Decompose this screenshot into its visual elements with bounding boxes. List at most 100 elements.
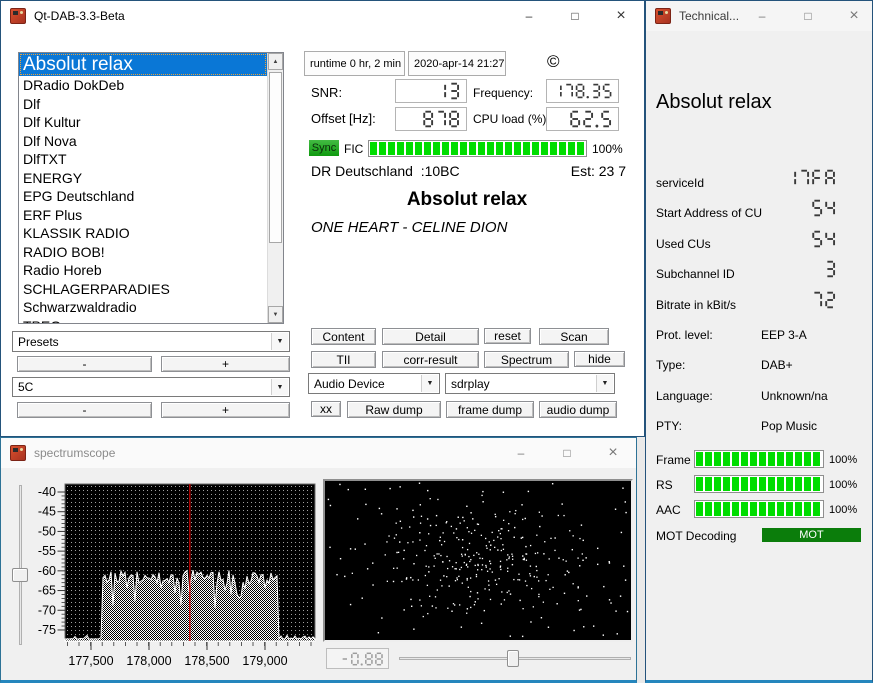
cpu-load-label: CPU load (%): <box>473 112 550 126</box>
scroll-up-icon[interactable]: ▲ <box>268 53 283 70</box>
minimize-icon[interactable]: – <box>498 438 544 468</box>
station-list-item[interactable]: DlfTXT <box>19 150 267 169</box>
channel-combo[interactable]: 5C ▼ <box>12 377 290 397</box>
chevron-down-icon[interactable]: ▼ <box>271 379 288 395</box>
preset-plus-button[interactable]: + <box>161 356 290 372</box>
station-list-item[interactable]: Absolut relax <box>19 53 267 76</box>
svg-text:-60: -60 <box>38 564 56 578</box>
service-name-heading: Absolut relax <box>656 91 772 114</box>
constellation-display <box>323 479 633 642</box>
station-list-item[interactable]: DRadio DokDeb <box>19 76 267 95</box>
close-icon[interactable]: × <box>831 1 873 31</box>
tech-bar-percent: 100% <box>829 479 857 491</box>
detail-button[interactable]: Detail <box>382 328 479 345</box>
maximize-icon[interactable]: □ <box>785 1 831 31</box>
station-list-item[interactable]: Dlf Kultur <box>19 113 267 132</box>
audio-dump-button[interactable]: audio dump <box>539 401 617 418</box>
station-list-item[interactable]: EPG Deutschland <box>19 187 267 206</box>
station-list-item[interactable]: Dlf <box>19 95 267 114</box>
copyright-button[interactable]: © <box>547 52 560 72</box>
tech-field-value: EEP 3-A <box>761 328 807 342</box>
corr-result-button[interactable]: corr-result <box>382 351 479 368</box>
chevron-down-icon[interactable]: ▼ <box>421 375 438 392</box>
input-device-value: sdrplay <box>451 377 490 391</box>
minimize-icon[interactable]: – <box>506 1 552 31</box>
maximize-icon[interactable]: □ <box>552 1 598 31</box>
tech-field-label: Used CUs <box>656 237 711 251</box>
tech-field-label: serviceId <box>656 176 704 190</box>
maximize-icon[interactable]: □ <box>544 438 590 468</box>
technical-window: Technical... – □ × Absolut relax service… <box>645 0 873 683</box>
service-title: Absolut relax <box>301 189 633 211</box>
svg-text:-55: -55 <box>38 544 56 558</box>
tech-field-label: Type: <box>656 358 685 372</box>
xx-button[interactable]: xx <box>311 401 341 417</box>
gain-slider-groove <box>19 485 22 645</box>
estimate-label: Est: 23 7 <box>571 163 626 179</box>
presets-combo[interactable]: Presets ▼ <box>12 331 290 352</box>
station-list-item[interactable]: Schwarzwaldradio <box>19 298 267 317</box>
frequency-lcd <box>546 79 619 103</box>
station-list-item[interactable]: Dlf Nova <box>19 132 267 151</box>
station-list-item[interactable]: ENERGY <box>19 169 267 188</box>
runtime-display: runtime 0 hr, 2 min <box>304 51 405 76</box>
fic-label: FIC <box>344 142 363 156</box>
svg-text:179,000: 179,000 <box>242 654 287 668</box>
chevron-down-icon[interactable]: ▼ <box>596 375 613 392</box>
vertical-gain-slider[interactable] <box>12 568 28 582</box>
svg-text:178,000: 178,000 <box>126 654 171 668</box>
audio-device-value: Audio Device <box>314 377 385 391</box>
scroll-down-icon[interactable]: ▼ <box>268 306 283 323</box>
frequency-label: Frequency: <box>473 86 533 100</box>
station-list-scrollbar[interactable]: ▲ ▼ <box>267 53 283 323</box>
offset-lcd <box>395 107 467 131</box>
frame-dump-button[interactable]: frame dump <box>446 401 534 418</box>
close-icon[interactable]: × <box>590 438 636 468</box>
tech-field-label: PTY: <box>656 419 682 433</box>
snr-label: SNR: <box>311 85 342 100</box>
scrollbar-thumb[interactable] <box>269 72 282 243</box>
svg-text:-40: -40 <box>38 485 56 499</box>
tech-field-label: Bitrate in kBit/s <box>656 298 736 312</box>
svg-text:-50: -50 <box>38 524 56 538</box>
datetime-display: 2020-apr-14 21:27 <box>408 51 506 76</box>
channel-combo-value: 5C <box>18 380 33 394</box>
minimize-icon[interactable]: – <box>739 1 785 31</box>
station-list-item[interactable]: TPEG <box>19 317 267 324</box>
chevron-down-icon[interactable]: ▼ <box>271 333 288 350</box>
horizontal-offset-slider[interactable] <box>507 650 519 667</box>
svg-text:-65: -65 <box>38 584 56 598</box>
station-list-item[interactable]: RADIO BOB! <box>19 243 267 262</box>
tech-field-label: Language: <box>656 389 713 403</box>
spectrumscope-window: spectrumscope – □ × -40-45-50-55-60-65-7… <box>0 437 637 683</box>
fic-progressbar <box>368 140 587 157</box>
station-list-item[interactable]: SCHLAGERPARADIES <box>19 280 267 299</box>
station-list-item[interactable]: ERF Plus <box>19 206 267 225</box>
reset-button[interactable]: reset <box>484 328 531 344</box>
tech-progressbar <box>694 450 824 468</box>
main-titlebar[interactable]: Qt-DAB-3.3-Beta – □ × <box>1 1 644 31</box>
hide-button[interactable]: hide <box>574 351 625 367</box>
spectrum-button[interactable]: Spectrum <box>484 351 569 368</box>
audio-device-combo[interactable]: Audio Device ▼ <box>308 373 440 394</box>
tech-field-label: Prot. level: <box>656 328 713 342</box>
input-device-combo[interactable]: sdrplay ▼ <box>445 373 615 394</box>
raw-dump-button[interactable]: Raw dump <box>347 401 441 418</box>
tech-bar-percent: 100% <box>829 504 857 516</box>
scan-button[interactable]: Scan <box>539 328 609 345</box>
close-icon[interactable]: × <box>598 1 644 31</box>
content-button[interactable]: Content <box>311 328 376 345</box>
preset-minus-button[interactable]: - <box>17 356 152 372</box>
station-list-item[interactable]: KLASSIK RADIO <box>19 224 267 243</box>
technical-titlebar[interactable]: Technical... – □ × <box>646 1 872 31</box>
tech-bar-label: Frame <box>656 453 691 467</box>
main-window-title: Qt-DAB-3.3-Beta <box>34 9 125 23</box>
tii-button[interactable]: TII <box>311 351 376 368</box>
channel-minus-button[interactable]: - <box>17 402 152 418</box>
spectrumscope-titlebar[interactable]: spectrumscope – □ × <box>1 438 636 468</box>
station-list[interactable]: Absolut relaxDRadio DokDebDlfDlf KulturD… <box>18 52 284 324</box>
tech-progressbar <box>694 500 824 518</box>
channel-plus-button[interactable]: + <box>161 402 290 418</box>
station-list-item[interactable]: Radio Horeb <box>19 261 267 280</box>
offset-label: Offset [Hz]: <box>311 111 376 126</box>
